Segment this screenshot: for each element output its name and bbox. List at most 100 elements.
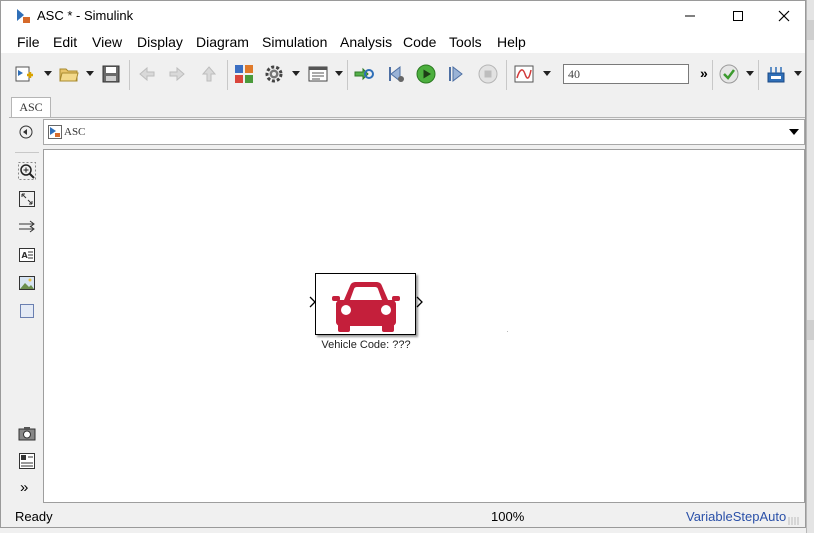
car-icon: [332, 282, 400, 332]
minimize-button[interactable]: [667, 1, 713, 31]
menu-help[interactable]: Help: [497, 34, 526, 50]
new-dropdown-arrow[interactable]: [44, 71, 52, 76]
arrow-up-icon: [201, 66, 217, 82]
gear-icon: [265, 65, 283, 83]
menu-tools[interactable]: Tools: [449, 34, 482, 50]
property-inspector-icon: [19, 453, 35, 469]
toolbar-separator: [347, 60, 348, 90]
maximize-icon: [733, 11, 743, 21]
signal-routing-button[interactable]: [16, 216, 38, 238]
close-button[interactable]: [761, 1, 807, 31]
save-icon: [102, 65, 120, 83]
explorer-dropdown-arrow[interactable]: [335, 71, 343, 76]
hardware-board-icon: [767, 67, 785, 83]
forward-nav-button[interactable]: [166, 63, 188, 85]
fit-to-view-icon: [19, 191, 35, 207]
run-button[interactable]: [415, 63, 437, 85]
resize-grip-icon[interactable]: [787, 517, 801, 525]
background-edge: [806, 0, 814, 533]
menu-bar: File Edit View Display Diagram Simulatio…: [1, 31, 805, 53]
hardware-settings-button[interactable]: [765, 63, 787, 85]
area-box-icon: [20, 304, 34, 318]
screenshot-button[interactable]: [16, 422, 38, 444]
save-button[interactable]: [100, 63, 122, 85]
image-annotation-button[interactable]: [16, 272, 38, 294]
canvas-artifact: [507, 331, 508, 332]
menu-analysis[interactable]: Analysis: [340, 34, 392, 50]
tab-asc[interactable]: ASC: [11, 97, 51, 117]
menu-simulation[interactable]: Simulation: [262, 34, 327, 50]
toolbar-separator: [712, 60, 713, 90]
arrow-right-icon: [169, 66, 185, 82]
menu-display[interactable]: Display: [137, 34, 183, 50]
annotation-button[interactable]: A: [16, 244, 38, 266]
zoom-button[interactable]: [16, 160, 38, 182]
stop-time-input[interactable]: 40: [563, 64, 689, 84]
toolbar-separator: [129, 60, 130, 90]
stop-button[interactable]: [477, 63, 499, 85]
palette-expand-button[interactable]: »: [20, 479, 28, 496]
area-button[interactable]: [16, 300, 38, 322]
update-diagram-button[interactable]: [353, 63, 375, 85]
step-back-button[interactable]: [385, 63, 407, 85]
image-icon: [19, 276, 35, 290]
background-scrap: [807, 20, 814, 40]
toolbar-separator: [227, 60, 228, 90]
step-back-icon: [389, 65, 404, 83]
vehicle-block[interactable]: [315, 273, 416, 335]
inspector-dropdown-arrow[interactable]: [543, 71, 551, 76]
arrow-left-icon: [139, 66, 155, 82]
text-annotation-icon: A: [19, 248, 35, 262]
model-canvas[interactable]: Vehicle Code: ???: [43, 149, 805, 503]
settings-dropdown-arrow[interactable]: [292, 71, 300, 76]
minimize-icon: [685, 15, 695, 17]
hardware-dropdown-arrow[interactable]: [794, 71, 802, 76]
maximize-button[interactable]: [715, 1, 761, 31]
title-bar: ASC * - Simulink: [1, 1, 805, 31]
stop-icon: [478, 64, 498, 84]
menu-file[interactable]: File: [17, 34, 40, 50]
background-scrap: [807, 320, 814, 340]
play-icon: [416, 64, 436, 84]
checkmark-icon: [719, 64, 739, 84]
open-button[interactable]: [58, 63, 80, 85]
up-nav-button[interactable]: [198, 63, 220, 85]
model-settings-button[interactable]: [263, 63, 285, 85]
back-nav-button[interactable]: [136, 63, 158, 85]
menu-code[interactable]: Code: [403, 34, 436, 50]
step-forward-icon: [449, 65, 463, 83]
signal-plot-icon: [514, 65, 534, 83]
open-dropdown-arrow[interactable]: [86, 71, 94, 76]
advisor-dropdown-arrow[interactable]: [746, 71, 754, 76]
arrows-right-icon: [19, 220, 35, 233]
fit-to-view-button[interactable]: [16, 188, 38, 210]
camera-icon: [18, 427, 36, 441]
menu-view[interactable]: View: [92, 34, 122, 50]
output-port[interactable]: [416, 296, 424, 308]
menu-diagram[interactable]: Diagram: [196, 34, 249, 50]
toolbar-separator: [506, 60, 507, 90]
data-inspector-button[interactable]: [513, 63, 535, 85]
toolbar-overflow-button[interactable]: »: [700, 65, 708, 81]
model-explorer-button[interactable]: [307, 63, 329, 85]
model-path-bar[interactable]: ASC: [43, 119, 805, 145]
simulink-window: ASC * - Simulink File Edit View Display …: [0, 0, 806, 528]
tab-strip-divider: [9, 117, 805, 118]
toolbar-separator: [758, 60, 759, 90]
path-dropdown-arrow[interactable]: [789, 129, 799, 135]
new-model-icon: [15, 66, 33, 82]
property-inspector-button[interactable]: [16, 450, 38, 472]
status-solver-link[interactable]: VariableStepAuto: [686, 509, 786, 524]
window-title: ASC * - Simulink: [37, 8, 134, 23]
step-forward-button[interactable]: [446, 63, 468, 85]
menu-edit[interactable]: Edit: [53, 34, 77, 50]
new-model-button[interactable]: [13, 63, 35, 85]
zoom-in-icon: [18, 162, 36, 180]
vehicle-block-label[interactable]: Vehicle Code: ???: [312, 339, 420, 351]
status-zoom: 100%: [491, 509, 525, 524]
palette-separator: [15, 152, 39, 153]
model-advisor-button[interactable]: [718, 63, 740, 85]
library-browser-button[interactable]: [233, 63, 255, 85]
hide-explorer-button[interactable]: [17, 123, 35, 141]
model-icon: [48, 125, 62, 139]
